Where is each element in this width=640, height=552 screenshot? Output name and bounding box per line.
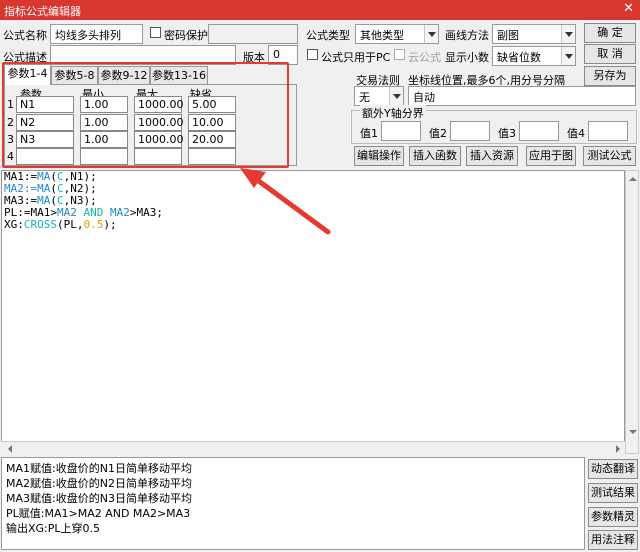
param-wizard-button[interactable]: 参数精灵 — [588, 507, 638, 527]
decimals-value: 缺省位数 — [497, 51, 541, 64]
cloud-formula-checkbox — [394, 49, 405, 60]
test-formula-button[interactable]: 测试公式 — [583, 146, 636, 166]
coord-input[interactable]: 自动 — [408, 86, 636, 106]
formula-type-value: 其他类型 — [360, 29, 404, 42]
chevron-down-icon — [561, 47, 575, 65]
value3-label: 值3 — [498, 127, 516, 140]
chevron-down-icon — [389, 87, 403, 105]
value1-input[interactable] — [381, 121, 421, 141]
dynamic-translate-button[interactable]: 动态翻译 — [588, 459, 638, 479]
test-result-button[interactable]: 测试结果 — [588, 483, 638, 503]
value2-label: 值2 — [429, 127, 447, 140]
value4-input[interactable] — [588, 121, 628, 141]
close-icon[interactable]: ✕ — [623, 1, 634, 16]
chevron-down-icon — [424, 25, 438, 43]
insert-res-button[interactable]: 插入资源 — [466, 146, 518, 166]
pc-only-label: 公式只用于PC — [321, 51, 391, 64]
ok-button[interactable]: 确 定 — [584, 23, 636, 43]
highlight-box — [2, 62, 289, 168]
draw-method-select[interactable]: 副图 — [492, 24, 576, 44]
formula-type-label: 公式类型 — [306, 29, 350, 42]
editor-vertical-scrollbar[interactable] — [625, 170, 639, 454]
scroll-down-icon[interactable] — [626, 425, 638, 437]
cancel-button[interactable]: 取 消 — [584, 44, 636, 64]
chevron-down-icon — [561, 25, 575, 43]
formula-name-label: 公式名称 — [3, 29, 47, 42]
editor-horizontal-scrollbar[interactable] — [1, 441, 625, 454]
apply-chart-button[interactable]: 应用于图 — [526, 146, 576, 166]
value3-input[interactable] — [519, 121, 559, 141]
draw-method-value: 副图 — [497, 29, 519, 42]
decimals-label: 显示小数 — [445, 51, 489, 64]
edit-ops-button[interactable]: 编辑操作 — [354, 146, 404, 166]
pc-only-checkbox[interactable] — [307, 49, 318, 60]
description-line: 输出XG:PL上穿0.5 — [6, 522, 101, 535]
value2-input[interactable] — [450, 121, 490, 141]
usage-notes-button[interactable]: 用法注释 — [588, 530, 638, 550]
value4-label: 值4 — [567, 127, 585, 140]
formula-type-select[interactable]: 其他类型 — [355, 24, 439, 44]
title-bar: 指标公式编辑器 ✕ — [0, 0, 640, 20]
password-checkbox[interactable] — [150, 27, 161, 38]
trade-rule-select[interactable]: 无 — [354, 86, 404, 106]
save-as-button[interactable]: 另存为 — [584, 66, 636, 86]
description-line: MA2赋值:收盘价的N2日简单移动平均 — [6, 477, 192, 490]
draw-method-label: 画线方法 — [445, 29, 489, 42]
insert-func-button[interactable]: 插入函数 — [409, 146, 461, 166]
description-line: PL赋值:MA1>MA2 AND MA2>MA3 — [6, 507, 191, 520]
scroll-up-icon[interactable] — [626, 171, 638, 183]
cloud-formula-label: 云公式 — [408, 51, 441, 64]
description-line: MA3赋值:收盘价的N3日简单移动平均 — [6, 492, 192, 505]
scroll-right-icon[interactable] — [611, 443, 621, 453]
formula-name-input[interactable]: 均线多头排列 — [50, 24, 143, 44]
extra-y-label: 额外Y轴分界 — [360, 105, 426, 121]
password-label: 密码保护 — [164, 29, 208, 42]
password-input[interactable] — [208, 24, 298, 44]
trade-rule-value: 无 — [359, 91, 370, 104]
value1-label: 值1 — [360, 127, 378, 140]
description-panel: MA1赋值:收盘价的N1日简单移动平均 MA2赋值:收盘价的N2日简单移动平均 … — [1, 457, 585, 550]
window-title: 指标公式编辑器 — [4, 5, 81, 18]
scroll-left-icon[interactable] — [3, 443, 13, 453]
arrow-annotation-icon — [240, 168, 331, 235]
description-line: MA1赋值:收盘价的N1日简单移动平均 — [6, 462, 192, 475]
decimals-select[interactable]: 缺省位数 — [492, 46, 576, 66]
